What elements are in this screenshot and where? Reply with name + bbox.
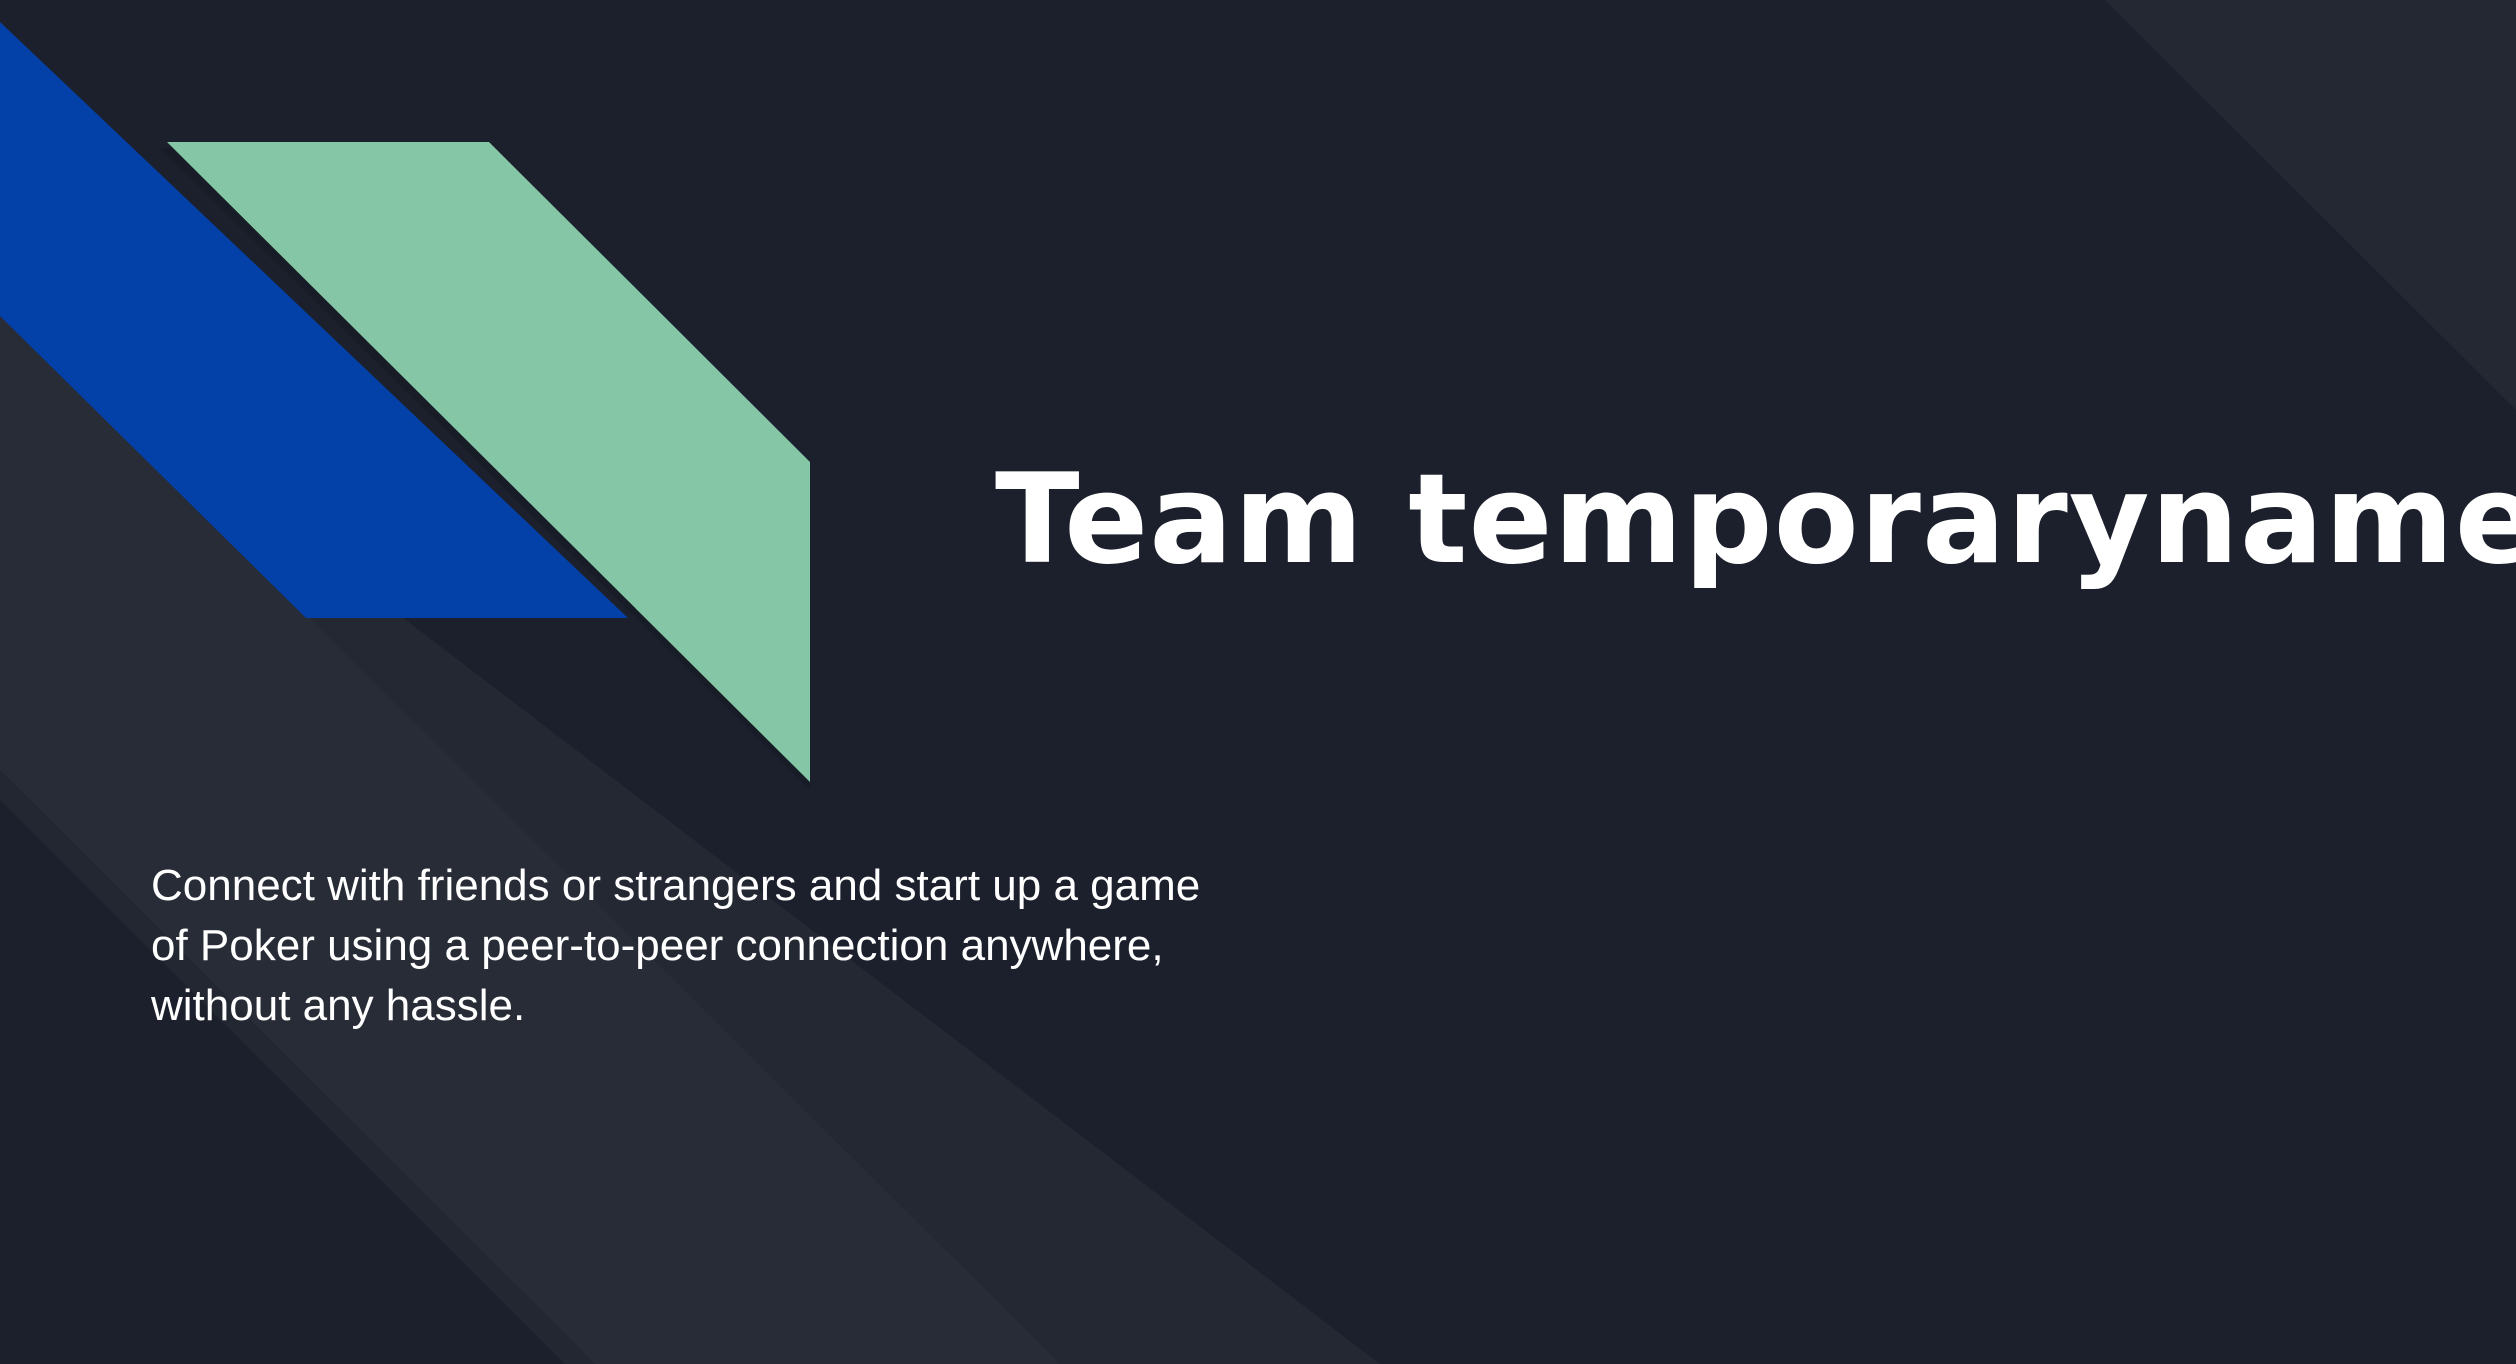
slide: Team temporaryname Connect with friends … (0, 0, 2516, 1364)
slide-subtitle: Connect with friends or strangers and st… (151, 861, 1201, 1030)
slide-title: Team temporaryname (995, 448, 2516, 592)
slide-background (0, 0, 2516, 1364)
